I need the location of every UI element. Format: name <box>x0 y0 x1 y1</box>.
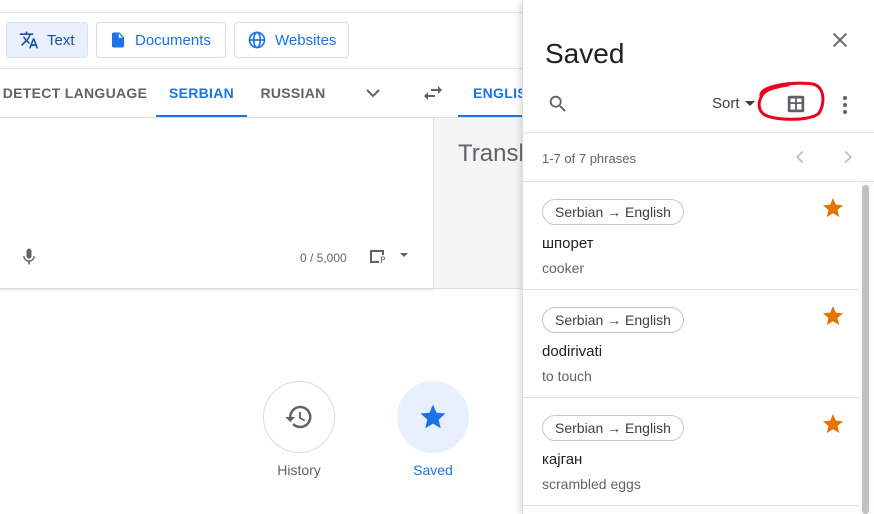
source-language-serbian-tab[interactable]: SERBIAN <box>156 69 247 117</box>
saved-label: Saved <box>413 462 453 478</box>
star-icon <box>420 404 446 429</box>
text-mode-label: Text <box>47 31 75 49</box>
translation-placeholder: Transl <box>458 140 524 167</box>
svg-text:P: P <box>380 256 386 265</box>
star-icon[interactable] <box>821 196 845 220</box>
pagination-row: 1-7 of 7 phrases <box>523 132 874 182</box>
target-language-english-tab[interactable]: ENGLIS <box>458 69 522 117</box>
saved-panel: Saved Sort 1-7 of 7 phrases Serbian → En… <box>522 0 874 514</box>
saved-phrase-text: шпорет <box>542 235 594 252</box>
documents-mode-button[interactable]: Documents <box>96 22 226 58</box>
chevron-down-icon[interactable] <box>361 81 385 105</box>
saved-phrase-text: кајган <box>542 451 583 468</box>
translate-icon <box>19 31 39 49</box>
documents-mode-label: Documents <box>135 31 211 49</box>
close-icon[interactable] <box>829 29 851 51</box>
swap-languages-icon[interactable] <box>421 81 445 105</box>
language-pair-chip: Serbian → English <box>542 415 684 441</box>
saved-panel-title: Saved <box>545 38 625 69</box>
star-icon[interactable] <box>821 412 845 436</box>
saved-phrase-text: dodirivati <box>542 343 603 360</box>
source-text-area[interactable]: 0 / 5,000 P <box>0 118 434 289</box>
saved-button[interactable] <box>397 381 469 453</box>
chevron-left-icon[interactable] <box>789 146 811 168</box>
sort-button[interactable]: Sort <box>712 95 756 112</box>
saved-phrase-item[interactable]: Serbian → English dodirivati to touch <box>523 290 859 398</box>
saved-phrase-translation: scrambled eggs <box>542 476 641 492</box>
caret-down-icon[interactable] <box>398 251 410 259</box>
annotation-circle <box>757 81 825 121</box>
history-button[interactable] <box>263 381 335 453</box>
chevron-right-icon[interactable] <box>837 146 859 168</box>
saved-phrase-translation: cooker <box>542 260 585 276</box>
search-icon[interactable] <box>547 93 569 115</box>
saved-phrase-translation: to touch <box>542 368 592 384</box>
top-divider <box>0 12 522 13</box>
scrollbar-thumb[interactable] <box>862 185 869 514</box>
target-text-area: Transl <box>433 118 524 289</box>
text-mode-button[interactable]: Text <box>6 22 88 58</box>
page-info: 1-7 of 7 phrases <box>542 151 636 166</box>
saved-phrase-item[interactable]: Serbian → English шпорет cooker <box>523 182 859 290</box>
saved-phrase-item[interactable]: Serbian → English кајган scrambled eggs <box>523 398 859 506</box>
more-options-icon[interactable] <box>835 93 855 117</box>
keyboard-icon[interactable]: P <box>370 249 388 265</box>
language-bar: DETECT LANGUAGE SERBIAN RUSSIAN ENGLIS <box>0 68 522 118</box>
source-language-russian-tab[interactable]: RUSSIAN <box>255 69 331 117</box>
caret-down-icon <box>744 100 755 106</box>
detect-language-tab[interactable]: DETECT LANGUAGE <box>0 69 150 117</box>
document-icon <box>112 32 124 48</box>
star-icon[interactable] <box>821 304 845 328</box>
history-label: History <box>277 462 321 478</box>
character-count: 0 / 5,000 <box>300 251 347 265</box>
history-icon <box>285 405 312 429</box>
sort-label: Sort <box>712 95 740 112</box>
language-pair-chip: Serbian → English <box>542 307 684 333</box>
language-pair-chip: Serbian → English <box>542 199 684 225</box>
websites-mode-button[interactable]: Websites <box>234 22 349 58</box>
websites-mode-label: Websites <box>275 31 337 49</box>
microphone-icon[interactable] <box>19 245 39 269</box>
globe-icon <box>248 31 266 49</box>
translate-main: Text Documents Websites DETECT LANGUAGE … <box>0 0 524 514</box>
